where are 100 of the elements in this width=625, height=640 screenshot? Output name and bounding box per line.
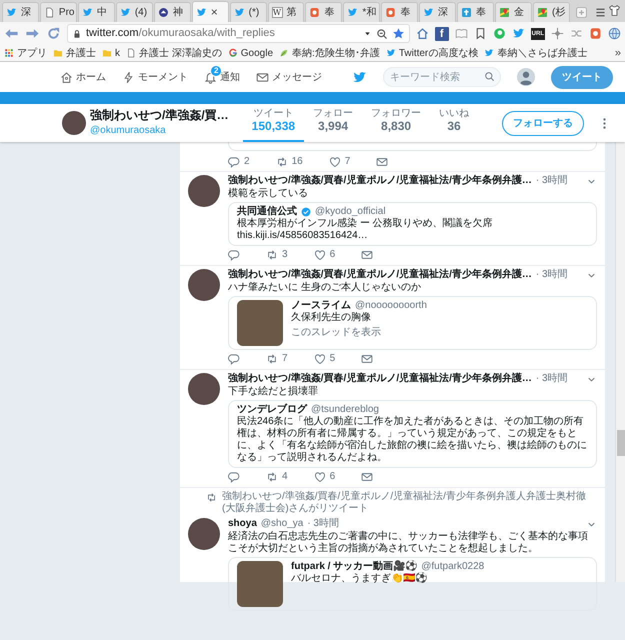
- more-bookmarks-button[interactable]: »: [614, 44, 621, 62]
- heart-icon: [314, 470, 326, 482]
- browser-tab[interactable]: 深: [419, 2, 456, 22]
- bookmark-item[interactable]: 弁護士: [53, 46, 96, 60]
- user-handle[interactable]: @sho_ya: [260, 518, 304, 530]
- quote-card[interactable]: 共同通信公式 @kyodo_official 根本厚労相がインフル感染 ー 公務取りやめ、閣議を欠席 this.kiji.is/45856083516424…: [228, 202, 597, 246]
- retweet-icon: [206, 492, 217, 503]
- f-logo-icon[interactable]: f: [434, 26, 449, 40]
- user-handle: @kyodo_official: [315, 206, 386, 218]
- bookmark-item[interactable]: 奉納＼さらば弁護士: [484, 46, 588, 60]
- browser-tab[interactable]: (杉: [532, 2, 570, 22]
- browser-tab[interactable]: (*): [230, 2, 267, 22]
- globe-icon[interactable]: [608, 27, 621, 40]
- close-icon[interactable]: ×: [210, 6, 218, 18]
- browser-tab[interactable]: 奉: [305, 2, 342, 22]
- quote-card[interactable]: ツンデレブログ @tsundereblog 民法246条に「他人の動産に工作を加えた者があるときは、その加工物の所有権は、材料の所有者に帰属する。」っていう規定があって、この規定をもとに、よく「有名な絵師が宿泊した旅館の襖に絵を描いたら、襖は絵師のものになる」って説明されるんだよね。: [228, 400, 597, 468]
- bookmark-item[interactable]: k: [102, 46, 120, 60]
- quote-link[interactable]: このスレッドを表示: [291, 327, 427, 339]
- bookmark-item[interactable]: 奉納:危険生物･弁護: [279, 46, 380, 60]
- reply-button[interactable]: [228, 248, 240, 260]
- avatar[interactable]: [188, 373, 220, 405]
- zoom-icon[interactable]: [376, 28, 388, 40]
- like-button[interactable]: 6: [314, 247, 336, 262]
- bird-icon[interactable]: [512, 27, 525, 40]
- speech-bubble-icon: [228, 248, 240, 260]
- nav-link[interactable]: ホーム: [60, 70, 106, 84]
- book-icon[interactable]: [454, 27, 468, 40]
- menu-icon[interactable]: [594, 6, 607, 19]
- tweet-time[interactable]: · 3時間: [307, 518, 339, 530]
- author-name[interactable]: 強制わいせつ/準強姦/買春/児童ポルノ/児童福祉法/青少年条例弁護…: [228, 175, 532, 187]
- bookmark-item[interactable]: Google: [228, 46, 274, 60]
- browser-tab[interactable]: 奉: [457, 2, 494, 22]
- nav-link[interactable]: モーメント: [122, 70, 188, 84]
- user-silhouette-icon[interactable]: [517, 68, 535, 86]
- quote-text: 根本厚労相がインフル感染 ー 公務取りやめ、閣議を欠席: [237, 218, 493, 230]
- retweet-button[interactable]: 3: [266, 247, 288, 262]
- retweet-button[interactable]: 16: [276, 154, 303, 169]
- browser-tab[interactable]: *和: [343, 2, 380, 22]
- tweet-time[interactable]: · 3時間: [536, 269, 568, 281]
- address-field[interactable]: twitter.com/okumuraosaka/with_replies: [67, 24, 410, 43]
- like-button[interactable]: 5: [314, 351, 336, 366]
- envelope-icon[interactable]: [361, 248, 374, 260]
- heart-icon: [314, 248, 326, 260]
- note-logo-icon[interactable]: [492, 27, 506, 40]
- bird-icon: [423, 7, 434, 18]
- retweet-button[interactable]: 7: [266, 351, 288, 366]
- author-name[interactable]: shoya: [228, 518, 257, 530]
- author-name: futpark / サッカー動画🎥⚽: [291, 561, 418, 572]
- retweet-button[interactable]: 4: [266, 469, 288, 484]
- quote-card[interactable]: ノースライム @noooooooorth 久保利先生の胸像 このスレッドを表示: [228, 296, 597, 350]
- tweet-time[interactable]: · 3時間: [536, 175, 568, 187]
- profile-stat-tab[interactable]: いいね 36: [430, 104, 478, 142]
- retweet-icon: [266, 470, 278, 482]
- bookmark-item[interactable]: 弁護士 深澤諭史の: [126, 46, 222, 60]
- scrollbar[interactable]: [615, 142, 625, 582]
- search-field[interactable]: キーワード検索: [383, 67, 501, 87]
- reply-button[interactable]: [228, 352, 240, 364]
- home-icon[interactable]: [416, 27, 429, 40]
- nav-link[interactable]: メッセージ: [256, 70, 322, 84]
- scrollbar-thumb[interactable]: [616, 430, 624, 456]
- quote-card[interactable]: futpark / サッカー動画🎥⚽ @futpark0228 バルセロナ、うますぎ👏🇪🇸⚽: [228, 557, 597, 611]
- search-icon[interactable]: [484, 71, 495, 82]
- browser-tab[interactable]: 神: [154, 2, 191, 22]
- move-icon[interactable]: [551, 27, 564, 40]
- reload-icon[interactable]: [46, 26, 61, 41]
- retweet-icon: [276, 156, 288, 168]
- profile-stat-tab[interactable]: フォロワー 8,830: [362, 104, 430, 142]
- user-handle: @tsundereblog: [311, 404, 379, 416]
- quote-text: 民法246条に「他人の動産に工作を加えた者があるときは、その加工物の所有権は、材料の所有者に帰属する。」っていう規定があって、この規定をもとに、よく「有名な絵師が宿泊した旅館の襖に絵を描いたら、襖は絵師のものになる」って説明されるんだよね。: [237, 416, 588, 464]
- browser-tab[interactable]: Pro: [40, 2, 77, 22]
- envelope-icon[interactable]: [376, 156, 388, 168]
- bookmark-item[interactable]: アプリ: [4, 46, 47, 60]
- browser-tab[interactable]: 金: [495, 2, 532, 22]
- author-name[interactable]: 強制わいせつ/準強姦/買春/児童ポルノ/児童福祉法/青少年条例弁護…: [228, 269, 532, 281]
- shirt-icon[interactable]: [608, 4, 621, 17]
- bird-icon[interactable]: [352, 70, 367, 84]
- browser-tab[interactable]: W 第: [268, 2, 304, 22]
- envelope-icon[interactable]: [361, 470, 374, 482]
- star-icon[interactable]: [392, 27, 405, 40]
- browser-tab[interactable]: 中: [78, 2, 115, 22]
- bookmark-item[interactable]: Twitterの高度な検: [386, 46, 478, 60]
- profile-stat-tab[interactable]: フォロー 3,994: [304, 104, 362, 142]
- browser-tab[interactable]: (4): [116, 2, 153, 22]
- avatar[interactable]: [188, 269, 220, 301]
- like-button[interactable]: 6: [314, 469, 336, 484]
- author-name[interactable]: 強制わいせつ/準強姦/買春/児童ポルノ/児童福祉法/青少年条例弁護…: [228, 373, 532, 385]
- tweet-time[interactable]: · 3時間: [536, 373, 568, 385]
- quote-link[interactable]: this.kiji.is/45856083516424…: [237, 230, 493, 242]
- leaf-icon: [279, 48, 290, 58]
- avatar[interactable]: [188, 518, 220, 550]
- browser-tab[interactable]: 奉: [381, 2, 418, 22]
- like-button[interactable]: 7: [328, 154, 350, 169]
- reply-button[interactable]: [228, 470, 240, 482]
- mascot-icon[interactable]: [589, 27, 602, 40]
- bookmark-icon[interactable]: [474, 27, 487, 40]
- reply-button[interactable]: 2: [228, 154, 250, 169]
- avatar[interactable]: [188, 175, 220, 207]
- envelope-icon[interactable]: [361, 352, 374, 364]
- browser-tab[interactable]: 深: [2, 2, 39, 22]
- browser-tab[interactable]: ×: [192, 1, 229, 22]
